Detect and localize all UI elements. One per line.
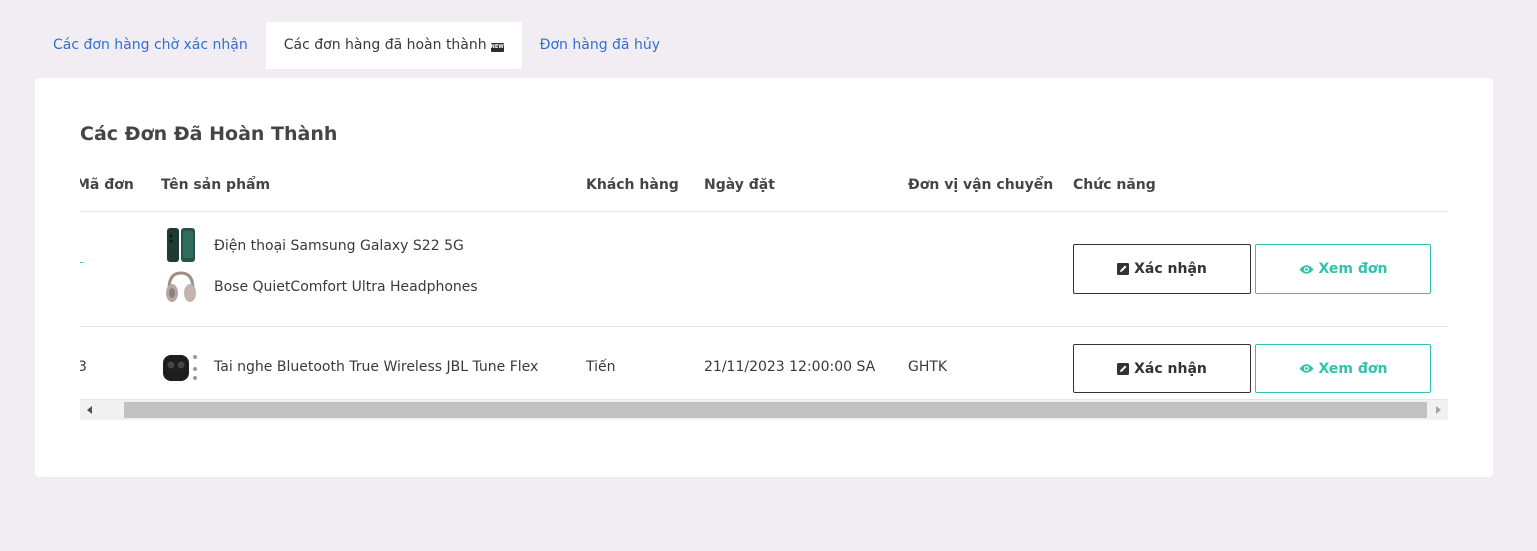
tab-pending-orders[interactable]: Các đơn hàng chờ xác nhận <box>35 22 266 69</box>
bose-headphones-image <box>166 271 196 302</box>
jbl-earbuds-image <box>163 355 197 381</box>
view-label: Xem đơn <box>1318 360 1388 377</box>
view-order-button[interactable]: Xem đơn <box>1255 344 1431 393</box>
view-label: Xem đơn <box>1318 261 1388 277</box>
table-row: Điện thoại Samsung Galaxy S22 5G Bose Qu… <box>80 212 1448 327</box>
confirm-label: Xác nhận <box>1134 360 1207 377</box>
shipping-cell: GHTK <box>908 359 948 375</box>
tab-cancelled-orders[interactable]: Đơn hàng đã hủy <box>522 22 678 69</box>
confirm-button[interactable]: Xác nhận <box>1073 244 1251 294</box>
samsung-phone-image <box>167 228 195 262</box>
order-tabs: Các đơn hàng chờ xác nhận Các đơn hàng đ… <box>35 22 678 69</box>
orders-table: Mã đơn Tên sản phẩm Khách hàng Ngày đặt … <box>80 166 1448 431</box>
confirm-label: Xác nhận <box>1134 261 1207 277</box>
horizontal-scrollbar[interactable] <box>80 400 1448 420</box>
view-order-button[interactable]: Xem đơn <box>1255 244 1431 294</box>
pen-square-icon <box>1117 263 1130 275</box>
triangle-right-icon[interactable] <box>1428 400 1448 420</box>
date-cell: 21/11/2023 12:00:00 SA <box>704 359 876 375</box>
new-badge: NEW <box>490 43 504 52</box>
eye-icon <box>1299 363 1314 374</box>
table-row: 3 Tai nghe Bluetooth True Wireless JBL T… <box>80 327 1448 400</box>
customer-cell: Tiến <box>586 359 616 375</box>
pen-square-icon <box>1117 362 1130 375</box>
col-order-id: Mã đơn <box>80 177 134 193</box>
order-id-cell: 3 <box>80 359 87 375</box>
product-name: Bose QuietComfort Ultra Headphones <box>214 279 478 295</box>
order-id-cell <box>80 262 83 263</box>
tab-cancelled-label: Đơn hàng đã hủy <box>539 37 660 53</box>
scrollbar-thumb[interactable] <box>124 402 1427 418</box>
col-shipping-unit: Đơn vị vận chuyển <box>908 177 1054 193</box>
tab-completed-orders[interactable]: Các đơn hàng đã hoàn thành NEW <box>265 22 522 69</box>
eye-icon <box>1299 264 1314 275</box>
col-product-name: Tên sản phẩm <box>161 177 271 193</box>
triangle-left-icon[interactable] <box>80 400 100 420</box>
card-title: Các Đơn Đã Hoàn Thành <box>80 123 338 145</box>
col-actions: Chức năng <box>1073 177 1156 193</box>
col-customer: Khách hàng <box>586 177 679 193</box>
confirm-button[interactable]: Xác nhận <box>1073 344 1251 393</box>
product-name: Tai nghe Bluetooth True Wireless JBL Tun… <box>214 359 539 375</box>
table-header: Mã đơn Tên sản phẩm Khách hàng Ngày đặt … <box>80 166 1448 212</box>
tab-completed-label: Các đơn hàng đã hoàn thành <box>283 37 487 53</box>
product-name: Điện thoại Samsung Galaxy S22 5G <box>214 238 464 254</box>
tab-pending-label: Các đơn hàng chờ xác nhận <box>53 37 248 53</box>
completed-orders-card: Các Đơn Đã Hoàn Thành Mã đơn Tên sản phẩ… <box>35 78 1493 477</box>
col-order-date: Ngày đặt <box>704 177 775 193</box>
